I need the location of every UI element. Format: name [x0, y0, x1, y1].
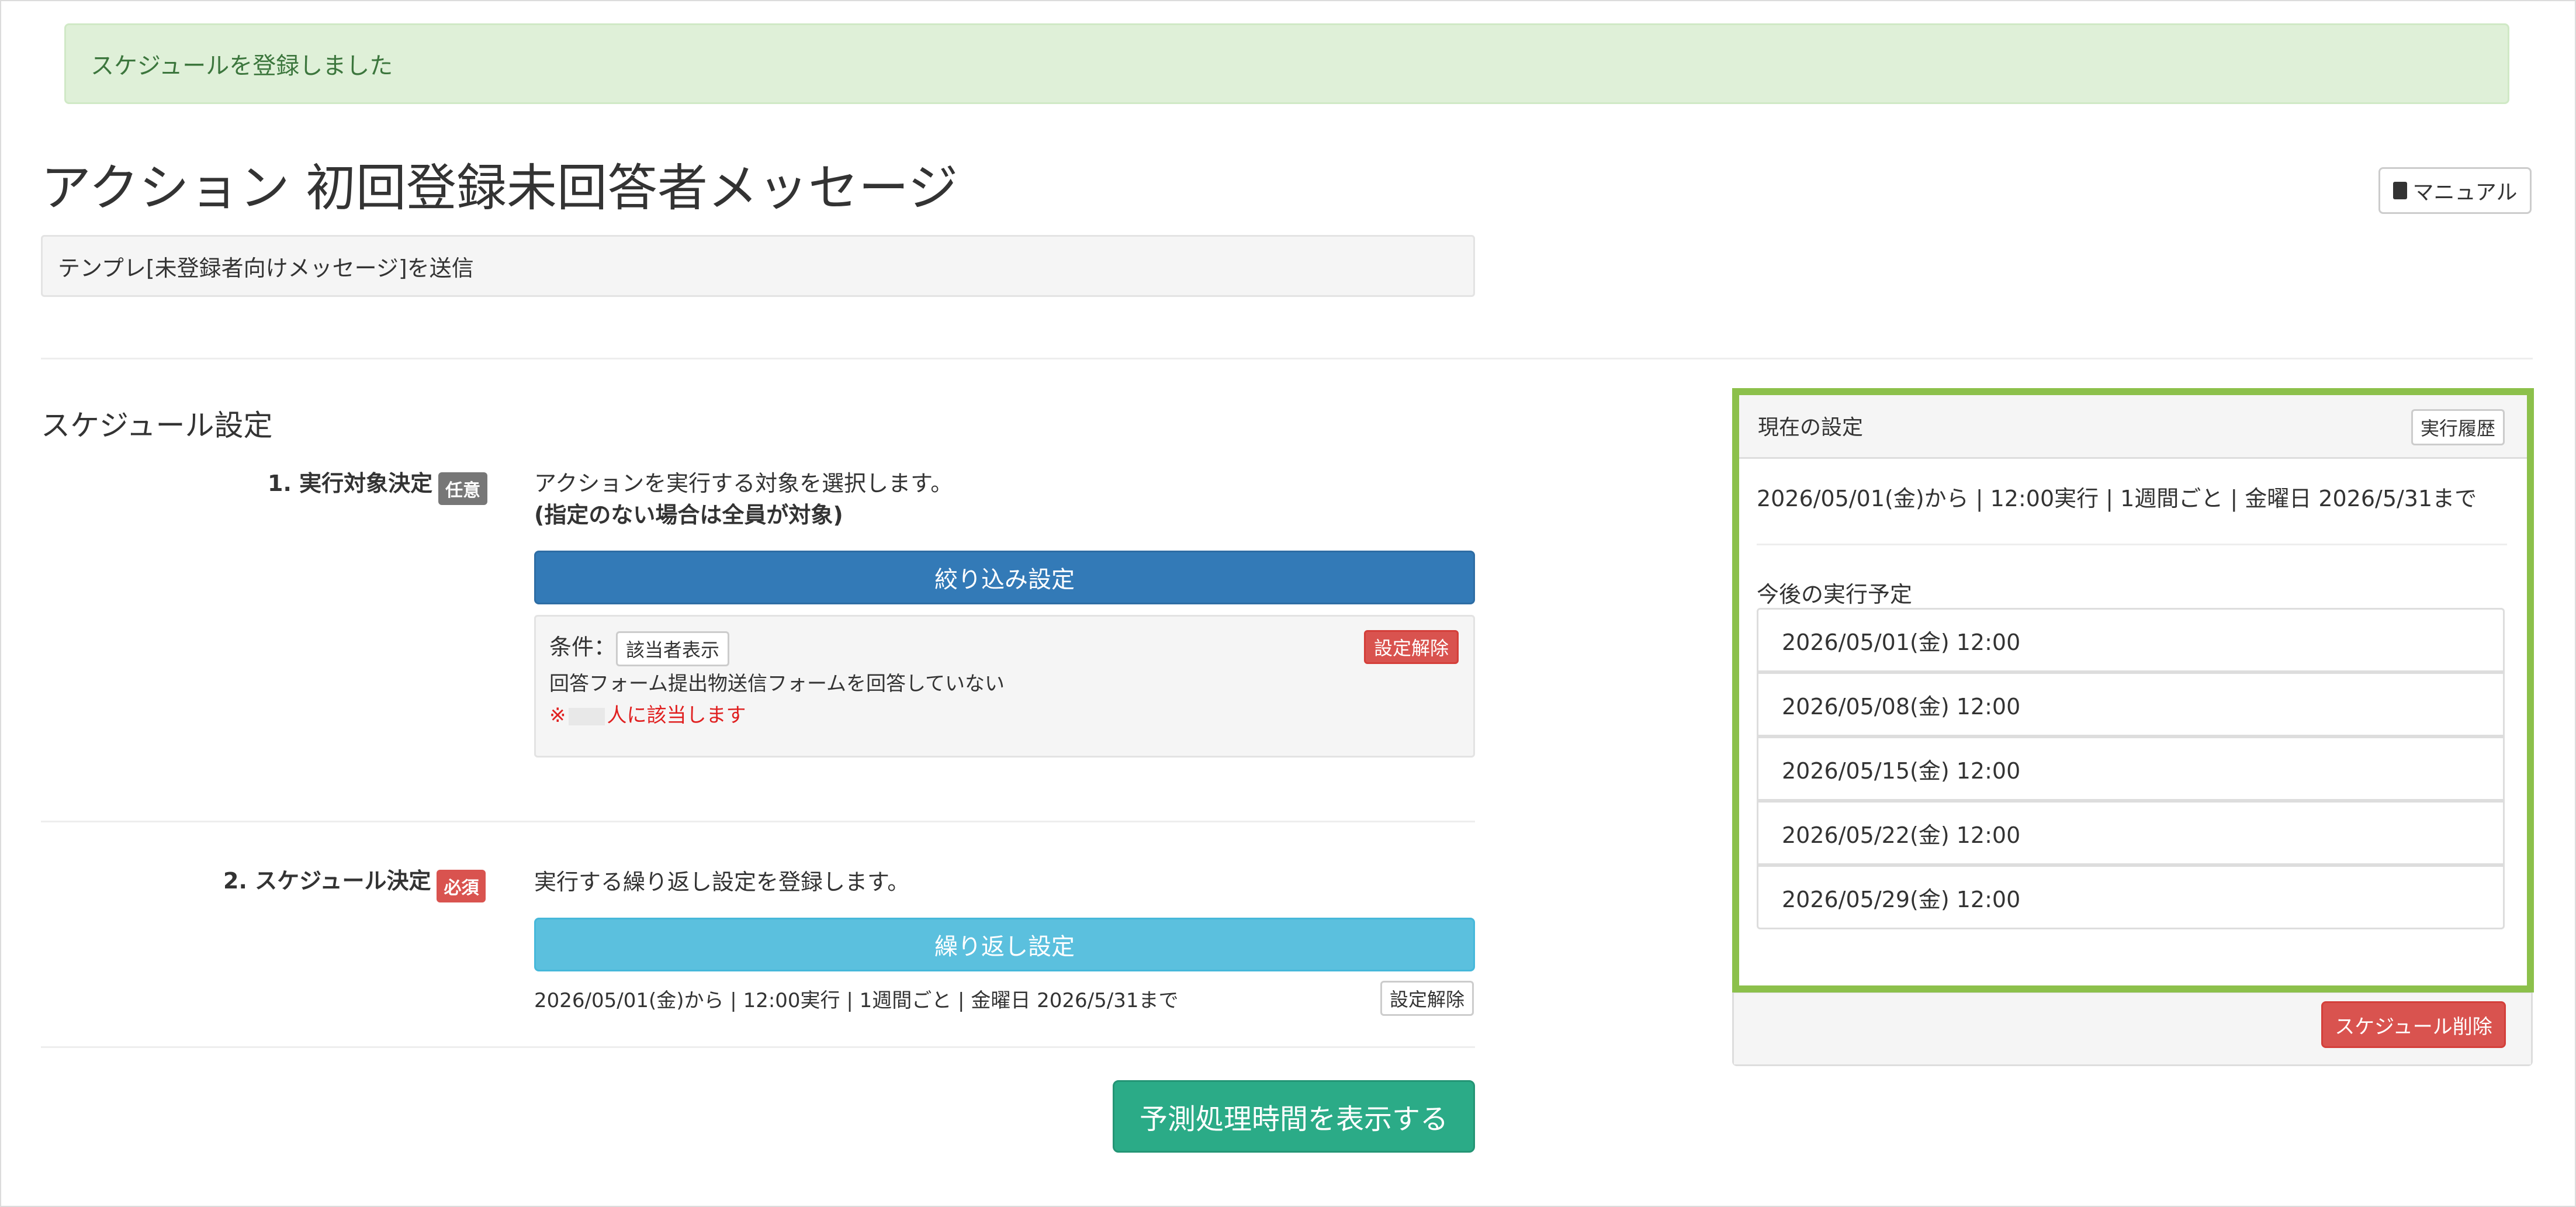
execution-history-label: 実行履歴 [2420, 417, 2495, 440]
schedule-heading: スケジュール設定 [41, 409, 273, 442]
divider [1757, 544, 2507, 545]
delete-schedule-button[interactable]: スケジュール削除 [2321, 1001, 2506, 1048]
panel-title: 現在の設定 [1758, 416, 1864, 440]
schedule-clear-button[interactable]: 設定解除 [1380, 981, 1474, 1016]
page-title: アクション 初回登録未回答者メッセージ [41, 159, 958, 217]
divider [41, 1046, 1475, 1048]
upcoming-item: 2026/05/29(金) 12:00 [1757, 865, 2505, 929]
step1-description: アクションを実行する対象を選択します。 [534, 471, 953, 496]
required-badge: 必須 [437, 869, 486, 902]
repeat-settings-button[interactable]: 繰り返し設定 [534, 918, 1475, 971]
success-alert: スケジュールを登録しました [64, 23, 2509, 104]
step1-label: 1. 実行対象決定 [268, 471, 433, 496]
condition-label: 条件： [549, 634, 617, 660]
upcoming-item: 2026/05/22(金) 12:00 [1757, 801, 2505, 865]
filter-settings-label: 絞り込み設定 [934, 566, 1075, 593]
divider [41, 821, 1475, 822]
upcoming-label: 今後の実行予定 [1757, 582, 1913, 607]
condition-text: 回答フォーム提出物送信フォームを回答していない [549, 672, 1005, 696]
match-count-prefix: ※ [549, 704, 566, 727]
manual-button-label: マニュアル [2412, 181, 2518, 205]
alert-message: スケジュールを登録しました [91, 53, 393, 79]
show-matching-button[interactable]: 該当者表示 [616, 631, 730, 666]
action-description: テンプレ[未登録者向けメッセージ]を送信 [41, 235, 1475, 297]
step1-note: (指定のない場合は全員が対象) [534, 502, 843, 528]
filter-settings-button[interactable]: 絞り込み設定 [534, 551, 1475, 604]
predict-button-label: 予測処理時間を表示する [1139, 1103, 1448, 1136]
redacted-count [568, 707, 605, 725]
divider [41, 358, 2533, 359]
current-schedule-summary: 2026/05/01(金)から | 12:00実行 | 1週間ごと | 金曜日 … [1757, 486, 2477, 511]
filter-clear-button[interactable]: 設定解除 [1364, 630, 1459, 664]
optional-badge: 任意 [438, 472, 488, 505]
delete-schedule-label: スケジュール削除 [2335, 1015, 2492, 1039]
schedule-summary: 2026/05/01(金)から | 12:00実行 | 1週間ごと | 金曜日 … [534, 989, 1179, 1012]
condition-row: 条件： 該当者表示 [549, 629, 730, 666]
step2-label: 2. スケジュール決定 [223, 868, 431, 894]
upcoming-item: 2026/05/01(金) 12:00 [1757, 608, 2505, 672]
step2-description: 実行する繰り返し設定を登録します。 [534, 869, 910, 895]
book-icon [2393, 182, 2407, 199]
match-count: ※ 人に該当します [549, 699, 746, 728]
execution-history-button[interactable]: 実行履歴 [2411, 409, 2505, 445]
filter-clear-label: 設定解除 [1373, 637, 1449, 659]
upcoming-item: 2026/05/15(金) 12:00 [1757, 736, 2505, 801]
action-description-text: テンプレ[未登録者向けメッセージ]を送信 [58, 255, 474, 281]
schedule-clear-label: 設定解除 [1389, 988, 1464, 1011]
match-count-suffix: 人に該当します [607, 704, 746, 727]
upcoming-item: 2026/05/08(金) 12:00 [1757, 672, 2505, 736]
repeat-settings-label: 繰り返し設定 [934, 933, 1075, 960]
step2-label-group: 2. スケジュール決定 必須 [223, 863, 486, 902]
step1-label-group: 1. 実行対象決定 任意 [268, 465, 488, 505]
manual-button[interactable]: マニュアル [2378, 167, 2532, 214]
predict-processing-time-button[interactable]: 予測処理時間を表示する [1113, 1080, 1475, 1153]
